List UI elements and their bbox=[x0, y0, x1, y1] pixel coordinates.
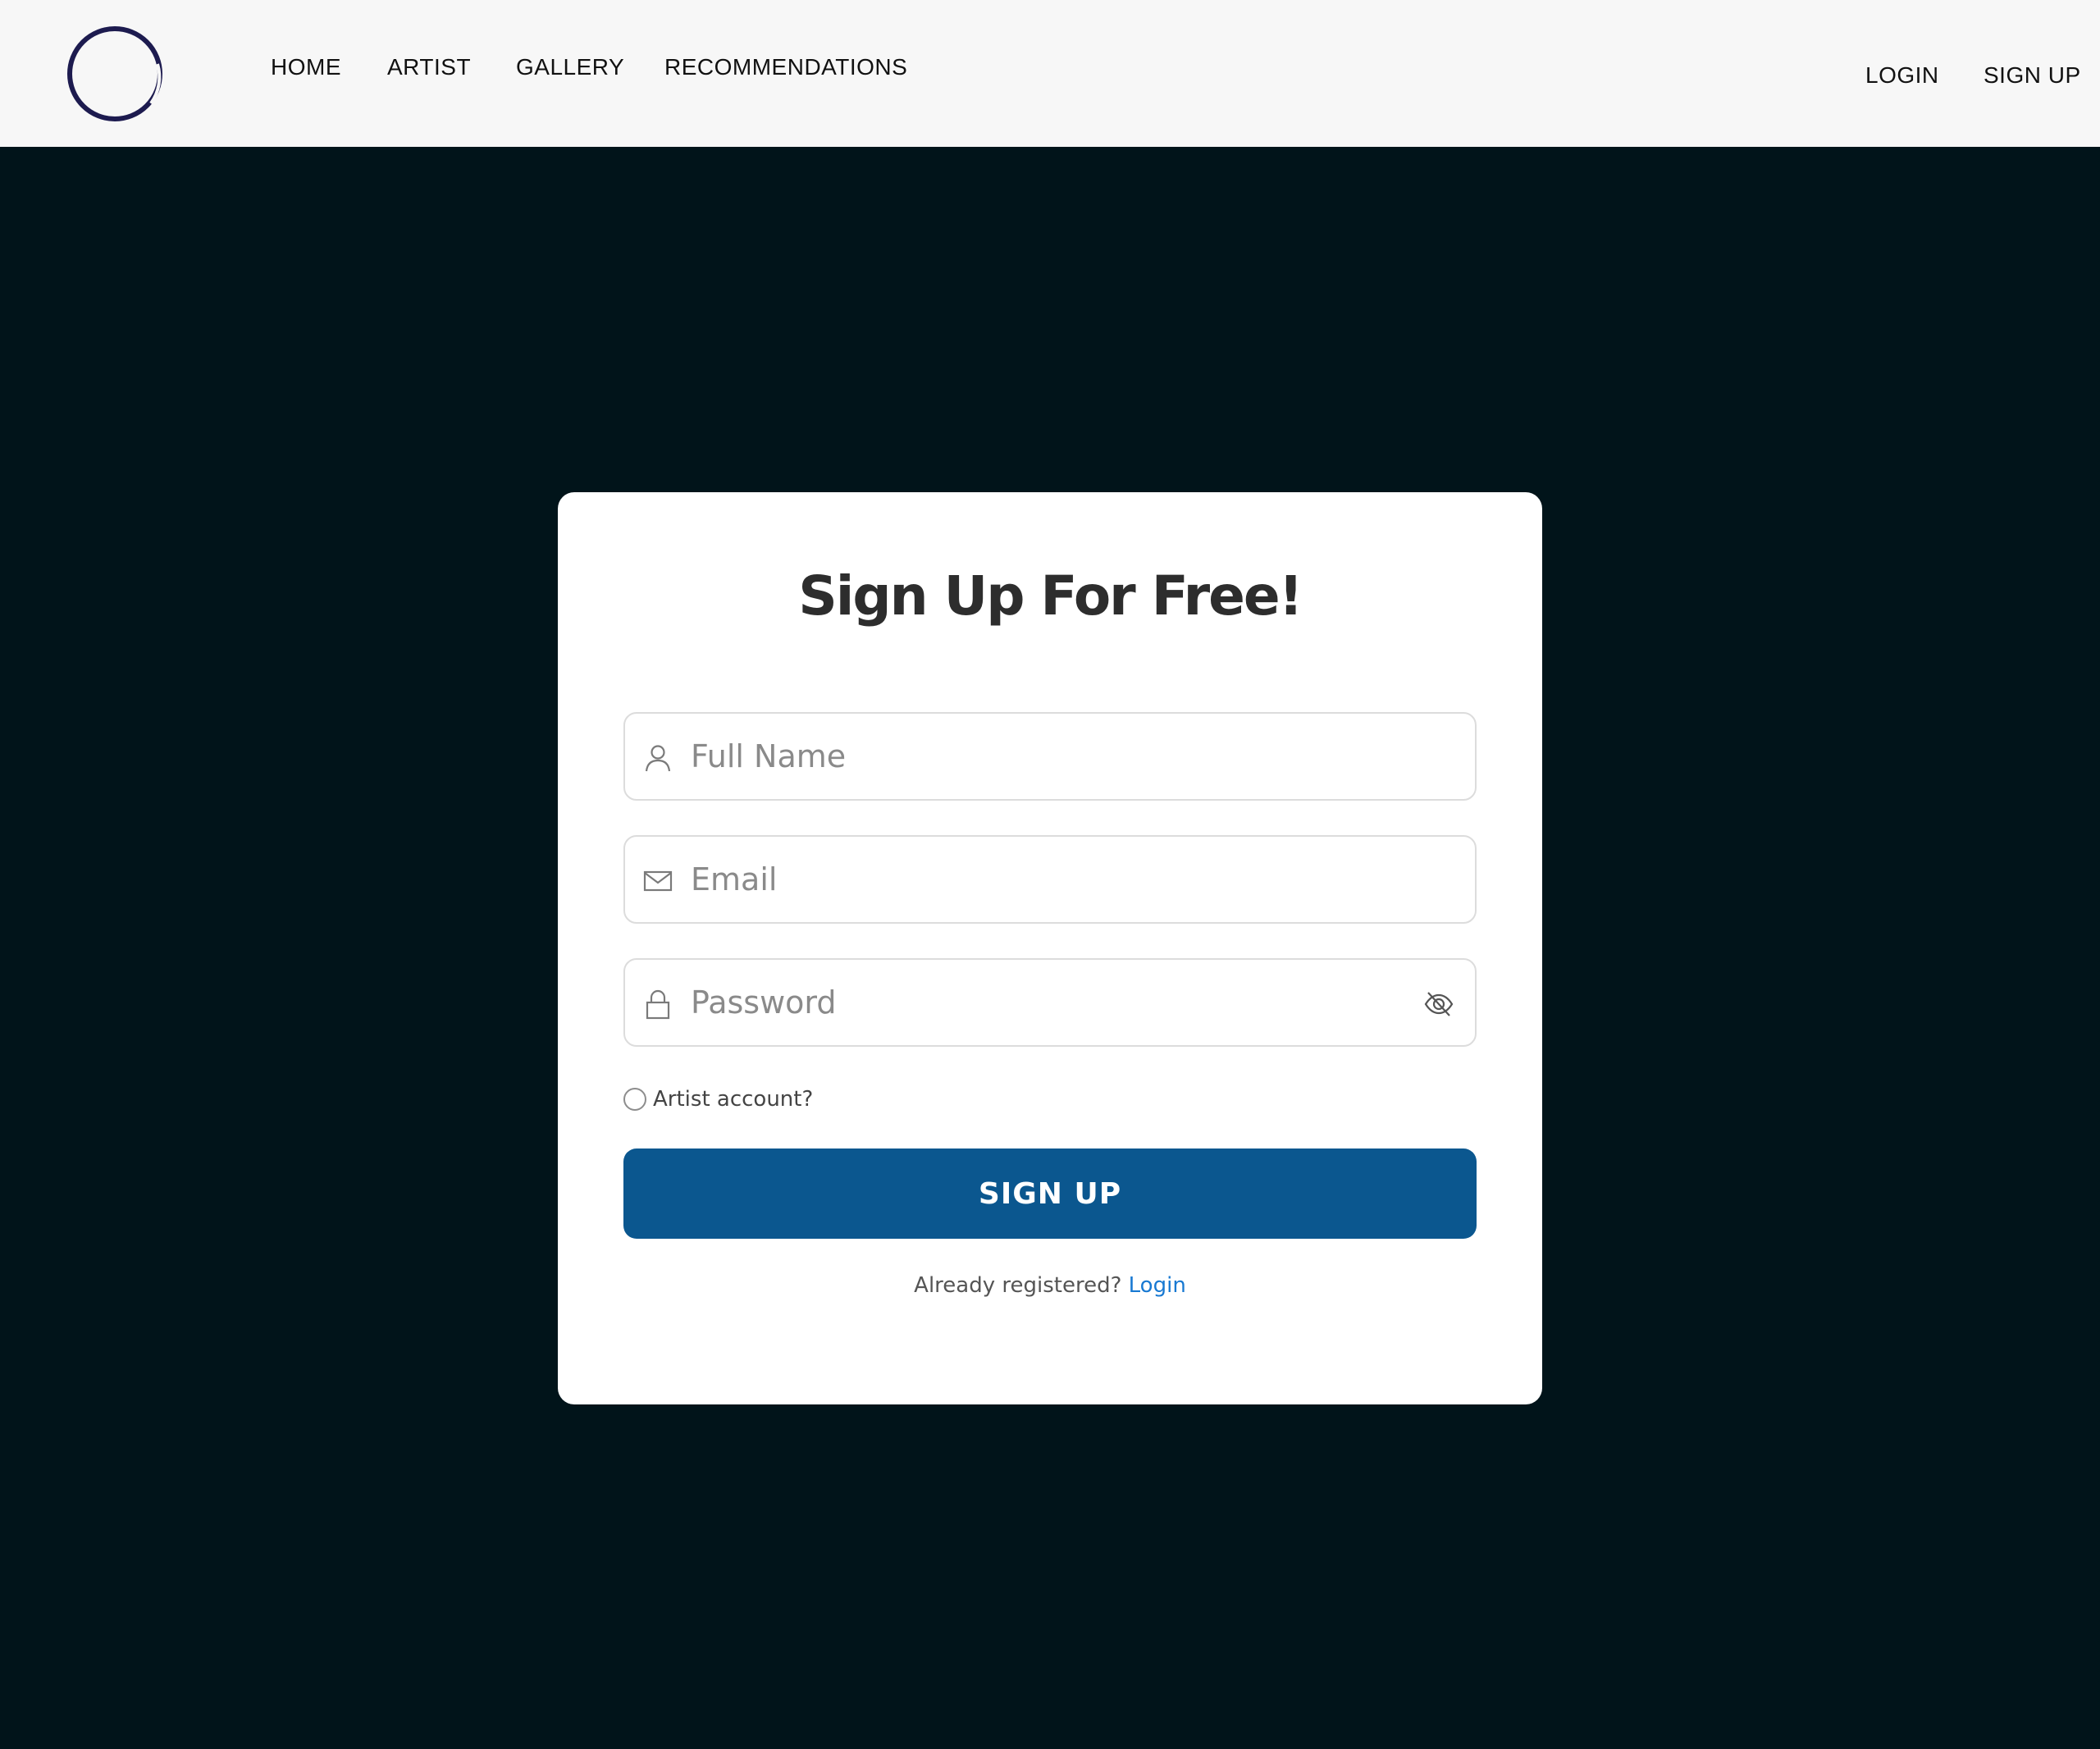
login-link[interactable]: Login bbox=[1129, 1273, 1186, 1298]
artist-account-label: Artist account? bbox=[653, 1087, 814, 1112]
sign-up-button[interactable]: SIGN UP bbox=[623, 1148, 1477, 1239]
nav-signup[interactable]: SIGN UP bbox=[1984, 62, 2081, 89]
password-input[interactable] bbox=[691, 960, 1396, 1045]
user-icon bbox=[645, 745, 671, 772]
nav-home[interactable]: HOME bbox=[271, 54, 341, 80]
nav-recommendations[interactable]: RECOMMENDATIONS bbox=[664, 54, 907, 80]
top-navigation-bar: HOME ARTIST GALLERY RECOMMENDATIONS LOGI… bbox=[0, 0, 2100, 147]
artist-account-radio[interactable] bbox=[623, 1088, 646, 1111]
signup-card: Sign Up For Free! Artist account? SIGN U… bbox=[558, 492, 1542, 1404]
full-name-input[interactable] bbox=[691, 714, 1396, 799]
eye-slash-icon[interactable] bbox=[1422, 988, 1455, 1021]
artist-account-option[interactable]: Artist account? bbox=[623, 1083, 813, 1116]
lock-icon bbox=[646, 989, 670, 1020]
nav-gallery[interactable]: GALLERY bbox=[516, 54, 624, 80]
email-field[interactable] bbox=[623, 835, 1477, 924]
password-field[interactable] bbox=[623, 958, 1477, 1047]
ring-logo-icon[interactable] bbox=[66, 25, 165, 124]
login-prompt: Already registered? Login bbox=[558, 1273, 1542, 1298]
already-registered-text: Already registered? bbox=[914, 1273, 1122, 1298]
email-input[interactable] bbox=[691, 837, 1396, 922]
nav-login[interactable]: LOGIN bbox=[1865, 62, 1939, 89]
full-name-field[interactable] bbox=[623, 712, 1477, 801]
nav-artist[interactable]: ARTIST bbox=[387, 54, 471, 80]
signup-title: Sign Up For Free! bbox=[798, 564, 1303, 628]
envelope-icon bbox=[643, 870, 673, 892]
